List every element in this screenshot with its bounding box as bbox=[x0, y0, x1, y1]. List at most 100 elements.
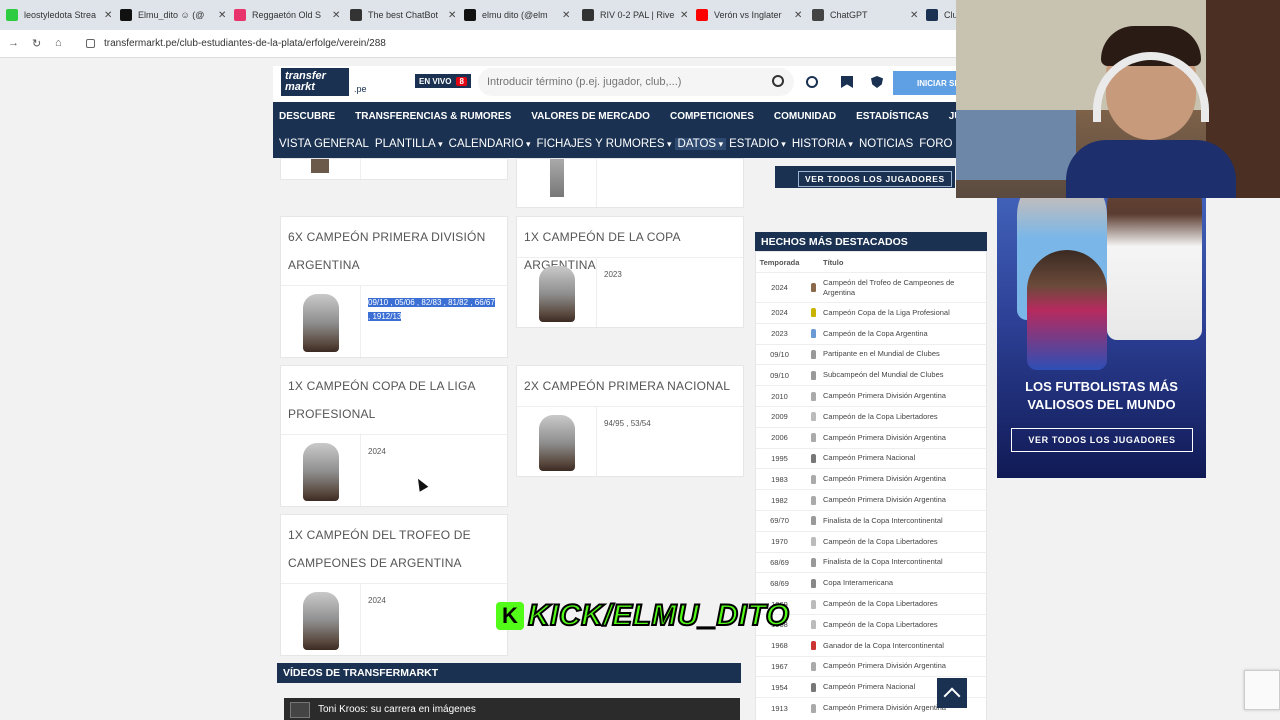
tab-favicon-icon bbox=[812, 9, 824, 21]
row-title[interactable]: Campeón de la Copa Libertadores bbox=[823, 599, 988, 609]
main-nav-item[interactable]: COMUNIDAD bbox=[764, 111, 846, 122]
close-tab-icon[interactable]: ✕ bbox=[448, 10, 456, 21]
url-text[interactable]: transfermarkt.pe/club-estudiantes-de-la-… bbox=[104, 38, 386, 49]
row-title[interactable]: Campeón Primera División Argentina bbox=[823, 661, 988, 671]
trophy-seasons[interactable]: 09/10 , 05/06 , 82/83 , 81/82 , 66/67 , … bbox=[368, 296, 499, 324]
sub-nav-item[interactable]: PLANTILLA bbox=[372, 138, 446, 150]
browser-tab[interactable]: Elmu_dito ☺ (@ ✕ bbox=[120, 4, 226, 26]
row-title[interactable]: Campeón Copa de la Liga Profesional bbox=[823, 308, 988, 318]
row-season: 09/10 bbox=[770, 349, 789, 359]
video-thumbnail-icon bbox=[290, 702, 310, 718]
video-title[interactable]: Toni Kroos: su carrera en imágenes bbox=[318, 704, 476, 715]
row-title[interactable]: Campeón del Trofeo de Campeones de Argen… bbox=[823, 278, 988, 298]
row-season: 1983 bbox=[771, 474, 788, 484]
live-badge[interactable]: EN VIVO 8 bbox=[415, 74, 471, 88]
tab-favicon-icon bbox=[234, 9, 246, 21]
trophy-seasons[interactable]: 2023 bbox=[604, 268, 735, 282]
site-info-icon[interactable] bbox=[86, 39, 95, 48]
main-nav-item[interactable]: TRANSFERENCIAS & RUMORES bbox=[345, 111, 521, 122]
row-title[interactable]: Copa Interamericana bbox=[823, 578, 988, 588]
row-title[interactable]: Campeón Primera División Argentina bbox=[823, 433, 988, 443]
browser-tab[interactable]: leostyledota Strea ✕ bbox=[6, 4, 112, 26]
table-row: 2024 Campeón del Trofeo de Campeones de A… bbox=[756, 272, 988, 302]
search-icon[interactable] bbox=[772, 75, 784, 87]
trophy-seasons[interactable]: 2024 bbox=[368, 594, 499, 608]
main-nav-item[interactable]: VALORES DE MERCADO bbox=[521, 111, 660, 122]
row-title[interactable]: Campeón Primera Nacional bbox=[823, 453, 988, 463]
search-box[interactable] bbox=[478, 68, 794, 96]
browser-tab[interactable]: ChatGPT ✕ bbox=[812, 4, 918, 26]
trophy-seasons-text: 2023 bbox=[604, 270, 622, 279]
main-nav-item[interactable]: COMPETICIONES bbox=[660, 111, 764, 122]
reload-icon[interactable]: ↻ bbox=[32, 37, 41, 50]
row-title[interactable]: Campeón de la Copa Libertadores bbox=[823, 620, 988, 630]
browser-tab[interactable]: Verón vs Inglater ✕ bbox=[696, 4, 802, 26]
trophy-title: 2X CAMPEÓN PRIMERA NACIONAL bbox=[524, 379, 731, 393]
tab-title: The best ChatBot bbox=[368, 10, 439, 20]
back-icon[interactable]: → bbox=[8, 37, 19, 49]
close-tab-icon[interactable]: ✕ bbox=[910, 10, 918, 21]
close-tab-icon[interactable]: ✕ bbox=[332, 10, 340, 21]
site-logo[interactable]: transfer markt bbox=[281, 68, 349, 96]
sub-nav-item[interactable]: FORO bbox=[916, 138, 955, 150]
main-nav-item[interactable]: DESCUBRE bbox=[273, 111, 345, 122]
close-tab-icon[interactable]: ✕ bbox=[562, 10, 570, 21]
row-season: 09/10 bbox=[770, 370, 789, 380]
trophy-icon bbox=[803, 412, 823, 422]
trophy-icon bbox=[803, 474, 823, 484]
main-nav-item[interactable]: ESTADÍSTICAS bbox=[846, 111, 939, 122]
ad-button[interactable]: VER TODOS LOS JUGADORES bbox=[1011, 428, 1193, 452]
tab-favicon-icon bbox=[926, 9, 938, 21]
recaptcha-badge[interactable] bbox=[1244, 670, 1280, 710]
row-season: 2024 bbox=[771, 308, 788, 318]
browser-tab[interactable]: RIV 0-2 PAL | Rive ✕ bbox=[582, 4, 688, 26]
scroll-to-top-button[interactable] bbox=[937, 678, 967, 708]
sub-nav-item[interactable]: NOTICIAS bbox=[856, 138, 916, 150]
row-title[interactable]: Finalista de la Copa Intercontinental bbox=[823, 516, 988, 526]
browser-tab[interactable]: The best ChatBot ✕ bbox=[350, 4, 456, 26]
trophy-body: 09/10 , 05/06 , 82/83 , 81/82 , 66/67 , … bbox=[281, 285, 507, 357]
row-season: 2023 bbox=[771, 329, 788, 339]
close-tab-icon[interactable]: ✕ bbox=[794, 10, 802, 21]
main-navigation: DESCUBRE TRANSFERENCIAS & RUMORES VALORES … bbox=[273, 102, 990, 130]
row-title[interactable]: Campeón Primera División Argentina bbox=[823, 495, 988, 505]
sub-nav-item[interactable]: DATOS bbox=[674, 138, 727, 150]
sub-nav-item[interactable]: CALENDARIO bbox=[446, 138, 534, 150]
row-title[interactable]: Campeón de la Copa Libertadores bbox=[823, 412, 988, 422]
close-tab-icon[interactable]: ✕ bbox=[218, 10, 226, 21]
table-row: 2010 Campeón Primera División Argentina bbox=[756, 385, 988, 406]
row-title[interactable]: Finalista de la Copa Intercontinental bbox=[823, 557, 988, 567]
row-title[interactable]: Campeón Primera División Argentina bbox=[823, 474, 988, 484]
sub-nav-item[interactable]: FICHAJES Y RUMORES bbox=[533, 138, 674, 150]
table-row: 68/69 Copa Interamericana bbox=[756, 572, 988, 593]
close-tab-icon[interactable]: ✕ bbox=[680, 10, 688, 21]
close-tab-icon[interactable]: ✕ bbox=[104, 10, 112, 21]
browser-tab[interactable]: Reggaetón Old S ✕ bbox=[234, 4, 340, 26]
players-button-partial[interactable]: VER TODOS LOS JUGADORES bbox=[775, 166, 955, 188]
row-title[interactable]: Campeón de la Copa Argentina bbox=[823, 329, 988, 339]
trophy-icon bbox=[803, 391, 823, 401]
sub-nav-item[interactable]: ESTADIO bbox=[726, 138, 789, 150]
trophy-icon bbox=[803, 495, 823, 505]
row-title[interactable]: Subcampeón del Mundial de Clubes bbox=[823, 370, 988, 380]
row-title[interactable]: Campeón Primera División Argentina bbox=[823, 391, 988, 401]
search-input[interactable] bbox=[478, 68, 758, 96]
user-search-icon[interactable] bbox=[806, 76, 818, 88]
trophy-body: 2024 bbox=[281, 583, 507, 655]
browser-tab[interactable]: elmu dito (@elm ✕ bbox=[464, 4, 570, 26]
trophy-seasons[interactable]: 2024 bbox=[368, 445, 499, 459]
trophy-seasons[interactable]: 94/95 , 53/54 bbox=[604, 417, 735, 431]
row-title[interactable]: Ganador de la Copa Intercontinental bbox=[823, 641, 988, 651]
trophy-card: 1X CAMPEÓN DE LA COPA ARGENTINA 2023 bbox=[516, 216, 744, 328]
row-season: 68/69 bbox=[770, 557, 789, 567]
row-title[interactable]: Campeón de la Copa Libertadores bbox=[823, 537, 988, 547]
home-icon[interactable]: ⌂ bbox=[55, 37, 62, 49]
row-title[interactable]: Partipante en el Mundial de Clubes bbox=[823, 349, 988, 359]
tab-title: Verón vs Inglater bbox=[714, 10, 782, 20]
table-row: 09/10 Subcampeón del Mundial de Clubes bbox=[756, 364, 988, 385]
live-label: EN VIVO bbox=[419, 76, 452, 86]
sub-nav-item[interactable]: VISTA GENERAL bbox=[273, 138, 372, 150]
trophy-icon bbox=[303, 592, 339, 650]
video-item[interactable]: Toni Kroos: su carrera en imágenes bbox=[284, 698, 740, 720]
sub-nav-item[interactable]: HISTORIA bbox=[789, 138, 856, 150]
